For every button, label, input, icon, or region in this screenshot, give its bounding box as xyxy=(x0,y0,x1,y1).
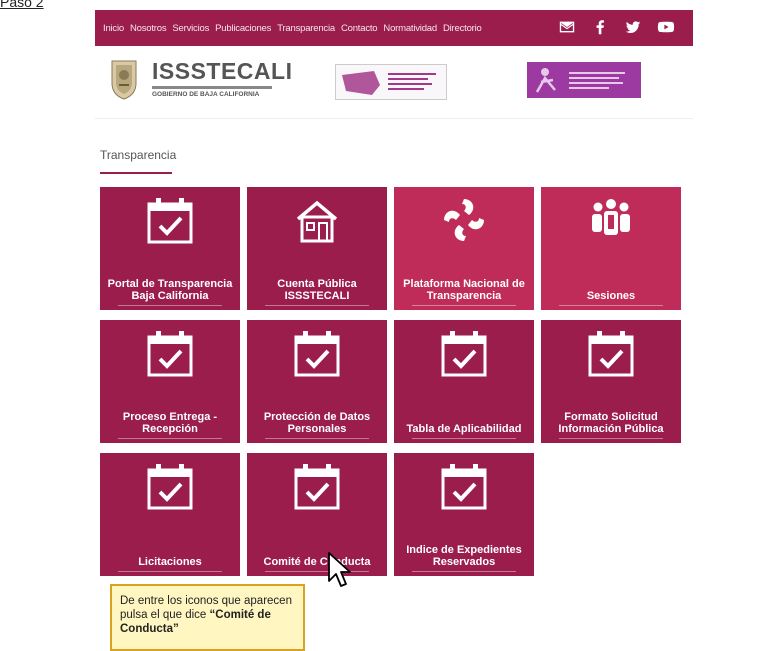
tile-comite-conducta[interactable]: Comité de Conducta xyxy=(247,453,387,576)
group-icon xyxy=(592,199,630,235)
tile-plataforma-nacional[interactable]: Plataforma Nacional de Transparencia xyxy=(394,187,534,310)
calendar-check-icon xyxy=(147,198,193,244)
logo-title: ISSSTECALI xyxy=(152,58,293,84)
tile-sesiones[interactable]: Sesiones xyxy=(541,187,681,310)
nav-link-publicaciones[interactable]: Publicaciones xyxy=(215,23,271,34)
tile-indice-expedientes[interactable]: Indice de Expedientes Reservados xyxy=(394,453,534,576)
site-header: ISSSTECALI GOBIERNO DE BAJA CALIFORNIA xyxy=(95,46,693,116)
calendar-check-icon xyxy=(441,464,487,510)
twitter-icon[interactable] xyxy=(624,18,642,36)
section-title: Transparencia xyxy=(100,148,177,162)
nav-link-inicio[interactable]: Inicio xyxy=(103,23,124,34)
tile-underline xyxy=(559,438,663,439)
tile-underline xyxy=(265,305,369,306)
tile-underline xyxy=(412,571,516,572)
facebook-icon[interactable] xyxy=(591,18,609,36)
header-divider xyxy=(95,118,693,119)
house-icon xyxy=(296,200,338,243)
tile-label: Portal de Transparencia Baja California xyxy=(107,278,233,302)
tile-label: Tabla de Aplicabilidad xyxy=(406,423,522,435)
nav-link-servicios[interactable]: Servicios xyxy=(172,23,209,34)
pnt-logo-icon xyxy=(444,199,484,241)
calendar-check-icon xyxy=(441,331,487,377)
calendar-check-icon xyxy=(294,464,340,510)
tile-proteccion-datos[interactable]: Protección de Datos Personales xyxy=(247,320,387,443)
top-navbar: Inicio Nosotros Servicios Publicaciones … xyxy=(95,10,693,46)
instruction-callout: De entre los iconos que aparecen pulsa e… xyxy=(110,584,305,651)
tile-label: Comité de Conducta xyxy=(263,556,371,568)
banner-graphic-icon xyxy=(342,71,436,95)
tile-underline xyxy=(118,438,222,439)
tile-label: Proceso Entrega - Recepción xyxy=(122,411,218,435)
logo-rule xyxy=(152,86,272,89)
tile-underline xyxy=(559,305,663,306)
tile-label: Protección de Datos Personales xyxy=(263,411,371,435)
tile-underline xyxy=(412,305,516,306)
section-title-underline xyxy=(100,172,172,174)
tile-underline xyxy=(265,571,369,572)
banner-figure-icon xyxy=(535,68,625,93)
tile-tabla-aplicabilidad[interactable]: Tabla de Aplicabilidad xyxy=(394,320,534,443)
tile-underline xyxy=(412,438,516,439)
nav-link-transparencia[interactable]: Transparencia xyxy=(277,23,335,34)
tile-label: Plataforma Nacional de Transparencia xyxy=(403,278,525,302)
nav-links: Inicio Nosotros Servicios Publicaciones … xyxy=(95,23,482,34)
step-label: Paso 2 xyxy=(0,0,44,10)
calendar-check-icon xyxy=(294,331,340,377)
tile-underline xyxy=(265,438,369,439)
nav-link-directorio[interactable]: Directorio xyxy=(443,23,482,34)
logo-subtitle: GOBIERNO DE BAJA CALIFORNIA xyxy=(152,91,260,98)
tile-label: Sesiones xyxy=(586,290,636,302)
tile-portal-transparencia[interactable]: Portal de Transparencia Baja California xyxy=(100,187,240,310)
info-banner-right[interactable] xyxy=(527,62,641,98)
calendar-check-icon xyxy=(147,331,193,377)
nav-link-contacto[interactable]: Contacto xyxy=(341,23,378,34)
youtube-icon[interactable] xyxy=(657,18,675,36)
state-seal-logo[interactable] xyxy=(109,57,139,101)
tile-underline xyxy=(118,305,222,306)
info-banner-left[interactable] xyxy=(335,64,447,100)
nav-link-normatividad[interactable]: Normatividad xyxy=(383,23,437,34)
mail-icon[interactable] xyxy=(558,18,576,36)
mouse-pointer-icon xyxy=(328,552,351,587)
tile-formato-solicitud[interactable]: Formato Solicitud Información Pública xyxy=(541,320,681,443)
tile-proceso-entrega[interactable]: Proceso Entrega - Recepción xyxy=(100,320,240,443)
tile-label: Cuenta Pública ISSSTECALI xyxy=(277,278,357,302)
tile-cuenta-publica[interactable]: Cuenta Pública ISSSTECALI xyxy=(247,187,387,310)
tile-licitaciones[interactable]: Licitaciones xyxy=(100,453,240,576)
tile-underline xyxy=(118,571,222,572)
tile-label: Formato Solicitud Información Pública xyxy=(558,411,664,435)
calendar-check-icon xyxy=(588,331,634,377)
social-links xyxy=(558,18,675,36)
nav-link-nosotros[interactable]: Nosotros xyxy=(130,23,167,34)
tile-label: Indice de Expedientes Reservados xyxy=(406,544,522,568)
calendar-check-icon xyxy=(147,464,193,510)
issstecali-logo[interactable]: ISSSTECALI GOBIERNO DE BAJA CALIFORNIA xyxy=(152,58,292,98)
tile-label: Licitaciones xyxy=(138,556,202,568)
